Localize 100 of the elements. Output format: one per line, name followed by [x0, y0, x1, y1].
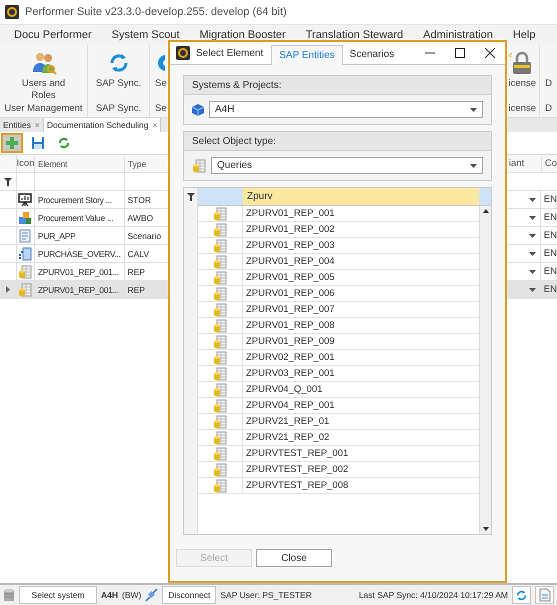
- close-tab-icon[interactable]: ×: [152, 120, 158, 130]
- table-cell: ZPURV01_REP_001...: [34, 281, 124, 298]
- scroll-up-icon[interactable]: [482, 209, 488, 213]
- query-icon: [213, 334, 227, 348]
- window-title: Performer Suite v23.3.0-develop.255. develop (64 bit): [25, 6, 287, 18]
- sync-icon: [515, 588, 528, 602]
- table-cell: AWBO: [124, 209, 166, 226]
- query-icon: [213, 206, 227, 220]
- table-cell: Procurement Story ...: [34, 191, 124, 208]
- query-icon: [192, 158, 206, 172]
- column-header[interactable]: Element: [34, 155, 124, 172]
- dialog-button[interactable]: Close: [256, 549, 332, 567]
- ribbon-group-caption: icense: [508, 103, 536, 116]
- menu-item[interactable]: Migration Booster: [200, 29, 286, 41]
- menu-item[interactable]: Docu Performer: [14, 29, 92, 41]
- header-cell: [479, 188, 491, 205]
- save-icon: [31, 136, 45, 150]
- ribbon-group-caption: SAP Sync.: [96, 103, 142, 116]
- sync-button[interactable]: [512, 586, 531, 604]
- query-icon: [213, 446, 227, 460]
- select-system-button[interactable]: Select system: [19, 586, 97, 604]
- query-icon: [213, 478, 227, 492]
- dialog-tab[interactable]: SAP Entities: [271, 45, 343, 65]
- scrollbar[interactable]: [479, 206, 491, 534]
- table-cell: CALV: [124, 245, 166, 262]
- header-cell: [198, 188, 242, 205]
- query-icon: [213, 430, 227, 444]
- column-header[interactable]: Type: [124, 155, 166, 172]
- filter-icon: [4, 178, 12, 186]
- plug-icon: [145, 588, 158, 602]
- query-icon: [213, 350, 227, 364]
- ribbon-button-label[interactable]: SAP Sync.: [92, 78, 146, 90]
- ribbon-button-label[interactable]: Users and Roles: [16, 78, 70, 102]
- caret-icon: [528, 252, 536, 256]
- query-icon: [213, 462, 227, 476]
- query-icon: [213, 302, 227, 316]
- caret-icon: [470, 164, 477, 168]
- close-icon[interactable]: [485, 48, 495, 58]
- refresh-icon: [57, 136, 71, 150]
- ribbon-group-caption: D: [545, 103, 552, 116]
- filter-field[interactable]: Zpurv: [242, 188, 479, 205]
- caret-icon: [528, 198, 536, 202]
- document-tab[interactable]: Documentation Scheduling ×: [44, 118, 162, 132]
- document-icon: [538, 588, 550, 602]
- menu-item[interactable]: Translation Steward: [306, 29, 404, 41]
- ribbon-button-label[interactable]: icense: [508, 78, 536, 90]
- query-icon: [18, 282, 32, 296]
- menu-item[interactable]: Help: [512, 29, 536, 41]
- close-tab-icon[interactable]: ×: [34, 120, 40, 130]
- table-cell: Scenario: [124, 227, 166, 244]
- query-icon: [213, 222, 227, 236]
- app-logo-icon: [176, 46, 190, 60]
- ribbon-group-caption: Se: [155, 103, 167, 116]
- query-icon: [213, 318, 227, 332]
- table-cell: EN: [540, 191, 557, 208]
- ribbon-button-label[interactable]: D: [545, 78, 552, 90]
- maximize-icon[interactable]: [455, 48, 465, 58]
- object-type-dropdown[interactable]: Queries: [211, 157, 483, 174]
- ribbon-group-caption: User Management: [4, 103, 83, 116]
- filter-icon: [186, 193, 194, 201]
- menu-item[interactable]: System Scout: [112, 29, 180, 41]
- dialog-title: Select Element: [196, 48, 264, 58]
- table-cell: PURCHASE_OVERV...: [34, 245, 124, 262]
- panel-title: Select Object type:: [192, 136, 276, 146]
- query-icon: [213, 254, 227, 268]
- table-cell: EN: [540, 209, 557, 226]
- query-icon: [213, 270, 227, 284]
- dialog-tab[interactable]: Scenarios: [342, 45, 402, 64]
- ribbon-button-label[interactable]: Se: [155, 78, 167, 90]
- database-icon: [3, 588, 15, 602]
- last-sync-time: Last SAP Sync: 4/10/2024 10:17:29 AM: [358, 590, 508, 600]
- system-type: (BW): [122, 590, 142, 600]
- caret-icon: [528, 234, 536, 238]
- caret-icon: [528, 216, 536, 220]
- table-cell: Procurement Value ...: [34, 209, 124, 226]
- caret-icon: [528, 288, 536, 292]
- table-cell: EN: [540, 245, 557, 262]
- query-icon: [213, 366, 227, 380]
- cube-icon: [192, 104, 204, 116]
- query-icon: [213, 286, 227, 300]
- app-logo-icon: [5, 5, 19, 19]
- table-cell: REP: [124, 281, 166, 298]
- panel-title: Systems & Projects:: [192, 80, 282, 90]
- add-icon: [5, 136, 19, 150]
- caret-icon: [528, 270, 536, 274]
- report-grid-icon: [18, 246, 32, 260]
- query-icon: [213, 238, 227, 252]
- scroll-down-icon[interactable]: [482, 527, 488, 531]
- system-dropdown[interactable]: A4H: [209, 101, 483, 118]
- disconnect-button[interactable]: Disconnect: [162, 586, 216, 604]
- caret-icon: [470, 108, 477, 112]
- document-button[interactable]: [535, 586, 554, 604]
- query-icon: [213, 414, 227, 428]
- presentation-board-icon: [18, 192, 32, 206]
- column-header[interactable]: Icon: [16, 155, 34, 172]
- column-header[interactable]: Co: [540, 155, 557, 172]
- menu-item[interactable]: Administration: [423, 29, 493, 41]
- query-icon: [213, 398, 227, 412]
- table-cell: EN: [540, 281, 557, 298]
- document-icon: [18, 228, 32, 242]
